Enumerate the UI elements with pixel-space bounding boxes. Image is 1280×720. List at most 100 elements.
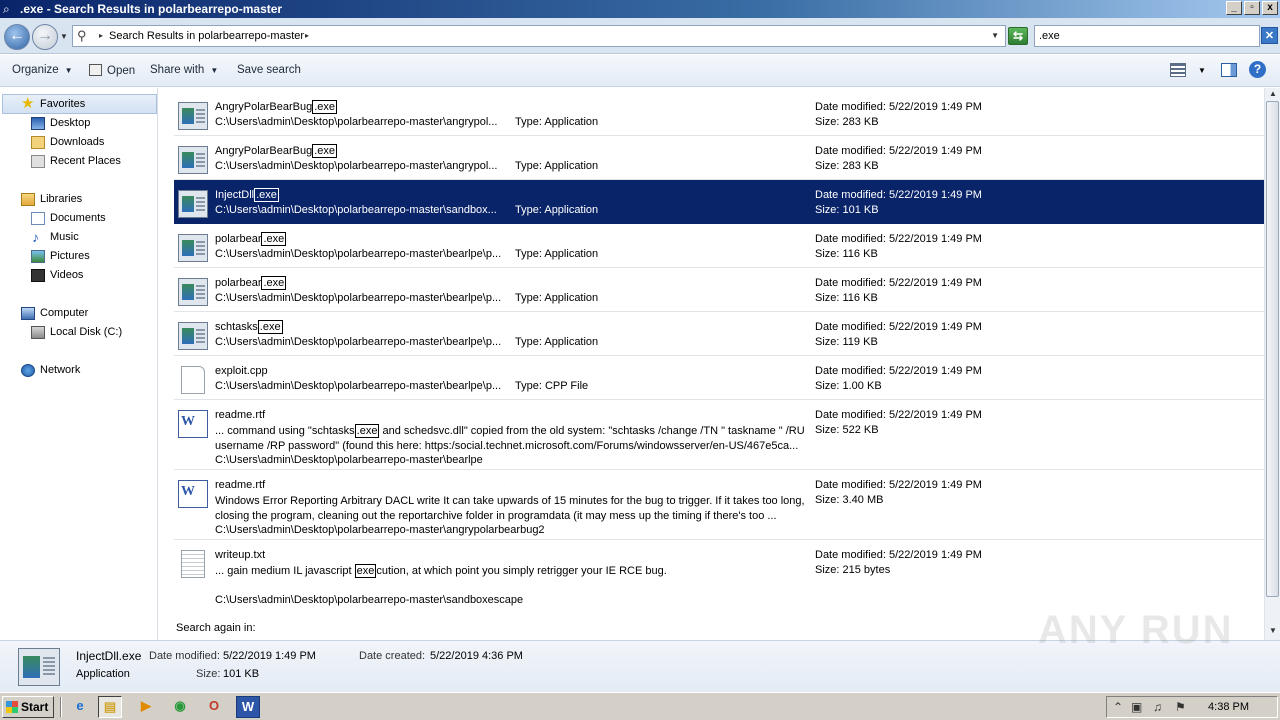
file-size: Size: 522 KB <box>815 424 879 436</box>
recent-pages-dropdown-icon[interactable]: ▼ <box>60 32 68 41</box>
view-options-dropdown-icon[interactable]: ▼ <box>1198 66 1206 75</box>
forward-button[interactable]: → <box>32 24 58 50</box>
taskbar: Start e ▤ ▶ ◉ O W ⌃ ▣ ♫ ⚑ 4:38 PM <box>0 692 1280 720</box>
search-icon: ⚲ <box>77 28 87 43</box>
result-row-selected[interactable]: InjectDll .exe C:\Users\admin\Desktop\pol… <box>174 180 1264 224</box>
media-player-icon[interactable]: ▶ <box>134 696 158 718</box>
chevron-right-icon[interactable]: ▸ <box>99 31 103 40</box>
file-size: Size: 116 KB <box>815 248 878 260</box>
sidebar-item-documents[interactable]: Documents <box>50 212 106 224</box>
chrome-icon[interactable]: ◉ <box>168 696 192 718</box>
sidebar-item-videos[interactable]: Videos <box>50 269 83 281</box>
sidebar-item-computer[interactable]: Computer <box>40 307 88 319</box>
file-size: Size: 101 KB <box>815 204 879 216</box>
result-row[interactable]: readme.rtf Windows Error Reporting Arbit… <box>174 470 1264 540</box>
internet-explorer-icon[interactable]: e <box>68 696 92 718</box>
action-center-flag-icon[interactable]: ⚑ <box>1175 700 1186 714</box>
sidebar-item-desktop[interactable]: Desktop <box>50 117 90 129</box>
vertical-scrollbar[interactable]: ▲ ▼ <box>1264 88 1280 640</box>
file-name: polarbear .exe <box>215 276 287 290</box>
result-row[interactable]: exploit.cpp C:\Users\admin\Desktop\polar… <box>174 356 1264 400</box>
refresh-button[interactable]: ⇆ <box>1008 27 1028 45</box>
file-date-modified: Date modified: 5/22/2019 1:49 PM <box>815 549 982 561</box>
sidebar-item-pictures[interactable]: Pictures <box>50 250 90 262</box>
result-row[interactable]: polarbear .exe C:\Users\admin\Desktop\pol… <box>174 224 1264 268</box>
scroll-up-icon[interactable]: ▲ <box>1267 89 1279 101</box>
breadcrumb[interactable]: Search Results in polarbearrepo-master <box>109 30 304 42</box>
file-type: Type: Application <box>515 336 599 348</box>
help-icon[interactable]: ? <box>1249 61 1266 78</box>
save-search-button[interactable]: Save search <box>237 64 301 76</box>
file-name: AngryPolarBearBug .exe <box>215 144 338 158</box>
show-hidden-icons-icon[interactable]: ⌃ <box>1113 700 1123 714</box>
downloads-icon <box>31 136 45 149</box>
details-size: 101 KB <box>223 668 260 680</box>
application-icon <box>178 102 208 130</box>
search-input[interactable] <box>1035 26 1259 46</box>
file-date-modified: Date modified: 5/22/2019 1:49 PM <box>815 321 982 333</box>
text-file-icon <box>181 550 205 578</box>
organize-button[interactable]: Organize ▼ <box>12 64 73 76</box>
back-button[interactable]: ← <box>4 24 30 50</box>
preview-pane-icon[interactable] <box>1221 63 1237 77</box>
folder-search-icon: ⌕ <box>3 2 10 16</box>
sidebar-item-local-disk[interactable]: Local Disk (C:) <box>50 326 122 338</box>
result-row[interactable]: AngryPolarBearBug .exe C:\Users\admin\Des… <box>174 136 1264 180</box>
network-icon <box>21 364 35 377</box>
file-type: Type: Application <box>515 160 599 172</box>
sidebar-item-network[interactable]: Network <box>40 364 80 376</box>
navigation-pane: ★ Favorites Desktop Downloads Recent Pla… <box>0 88 158 640</box>
explorer-folder-icon[interactable]: ▤ <box>98 696 122 718</box>
sidebar-item-music[interactable]: Music <box>50 231 79 243</box>
share-with-button[interactable]: Share with ▼ <box>150 64 218 76</box>
sidebar-item-libraries[interactable]: Libraries <box>40 193 82 205</box>
file-date-modified: Date modified: 5/22/2019 1:49 PM <box>815 145 982 157</box>
file-path: C:\Users\admin\Desktop\polarbearrepo-mas… <box>215 336 502 348</box>
file-path: C:\Users\admin\Desktop\polarbearrepo-mas… <box>215 116 498 128</box>
clear-search-button[interactable]: ✕ <box>1261 27 1278 44</box>
result-row[interactable]: polarbear .exe C:\Users\admin\Desktop\pol… <box>174 268 1264 312</box>
sidebar-item-favorites[interactable]: Favorites <box>40 98 85 110</box>
file-name: AngryPolarBearBug .exe <box>215 100 338 114</box>
scroll-down-icon[interactable]: ▼ <box>1267 626 1279 638</box>
clock[interactable]: 4:38 PM <box>1208 701 1249 713</box>
application-icon <box>178 146 208 174</box>
search-box[interactable] <box>1034 25 1260 47</box>
file-size: Size: 215 bytes <box>815 564 891 576</box>
address-dropdown-icon[interactable]: ▼ <box>991 31 999 40</box>
search-again-label: Search again in: <box>176 622 256 634</box>
computer-icon <box>21 307 35 320</box>
result-row[interactable]: writeup.txt ... gain medium IL javascrip… <box>174 540 1264 610</box>
sidebar-item-downloads[interactable]: Downloads <box>50 136 104 148</box>
file-date-modified: Date modified: 5/22/2019 1:49 PM <box>815 233 982 245</box>
application-icon <box>178 234 208 262</box>
details-file-type: Application <box>76 668 130 680</box>
start-button[interactable]: Start <box>2 696 54 718</box>
chevron-right-icon[interactable]: ▸ <box>305 31 309 40</box>
opera-icon[interactable]: O <box>202 696 226 718</box>
file-name: readme.rtf <box>215 409 266 421</box>
details-date-created: 5/22/2019 4:36 PM <box>430 650 523 662</box>
file-path: C:\Users\admin\Desktop\polarbearrepo-mas… <box>215 160 498 172</box>
application-icon <box>178 190 208 218</box>
open-button[interactable]: Open <box>89 64 135 77</box>
change-view-icon[interactable] <box>1170 63 1186 77</box>
result-row[interactable]: readme.rtf ... command using "schtasks.e… <box>174 400 1264 470</box>
maximize-button[interactable]: ▫ <box>1244 1 1260 15</box>
file-path: C:\Users\admin\Desktop\polarbearrepo-mas… <box>215 524 545 536</box>
word-icon[interactable]: W <box>236 696 260 718</box>
minimize-button[interactable]: _ <box>1226 1 1242 15</box>
file-name: InjectDll .exe <box>215 188 279 202</box>
search-results-list: AngryPolarBearBug .exe C:\Users\admin\Des… <box>160 88 1264 640</box>
file-name: polarbear .exe <box>215 232 287 246</box>
volume-icon[interactable]: ♫ <box>1153 700 1162 714</box>
file-path: C:\Users\admin\Desktop\polarbearrepo-mas… <box>215 204 497 216</box>
sidebar-item-recent-places[interactable]: Recent Places <box>50 155 121 167</box>
details-date-modified: 5/22/2019 1:49 PM <box>223 650 316 662</box>
network-status-icon[interactable]: ▣ <box>1131 700 1142 714</box>
result-row[interactable]: AngryPolarBearBug .exe C:\Users\admin\Des… <box>174 92 1264 136</box>
address-box[interactable]: ⚲ ▸ Search Results in polarbearrepo-mast… <box>72 25 1006 47</box>
close-button[interactable]: x <box>1262 1 1278 15</box>
result-row[interactable]: schtasks .exe C:\Users\admin\Desktop\pola… <box>174 312 1264 356</box>
scrollbar-thumb[interactable] <box>1266 101 1279 597</box>
